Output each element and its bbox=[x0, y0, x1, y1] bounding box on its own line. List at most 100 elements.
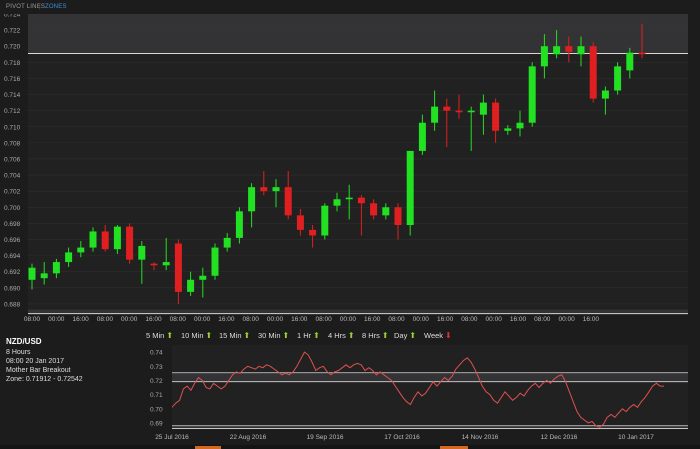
mini-x-tick-label: 14 Nov 2016 bbox=[462, 434, 499, 441]
mini-y-tick-label: 0.74 bbox=[150, 350, 163, 357]
arrow-up-icon: ⬆ bbox=[409, 331, 417, 340]
main-x-tick-label: 00:00 bbox=[413, 316, 430, 323]
main-y-axis: 0.688 0.690 0.692 0.694 0.696 0.698 0.700 0.702… bbox=[4, 14, 21, 308]
main-x-tick-label: 00:00 bbox=[48, 316, 65, 323]
candle-body bbox=[77, 247, 85, 253]
timeframe-8-hrs[interactable]: 8 Hrs ⬆ bbox=[362, 331, 389, 340]
bottom-scrollbar-track[interactable] bbox=[0, 445, 700, 449]
arrow-up-icon: ⬆ bbox=[282, 331, 290, 340]
timeframe-week[interactable]: Week ⬇ bbox=[424, 331, 452, 340]
candle-body bbox=[443, 106, 451, 111]
main-y-tick-label: 0.706 bbox=[4, 156, 21, 163]
arrow-up-icon: ⬆ bbox=[381, 331, 389, 340]
candle-body bbox=[28, 267, 36, 280]
timeframe-10-min[interactable]: 10 Min ⬆ bbox=[181, 331, 212, 340]
timeframe-label: 15 Min bbox=[219, 331, 242, 340]
main-y-tick-label: 0.710 bbox=[4, 124, 21, 131]
candle-body bbox=[626, 52, 634, 71]
timeframe-5-min[interactable]: 5 Min ⬆ bbox=[146, 331, 173, 340]
candle-body bbox=[211, 247, 219, 276]
candle-body bbox=[126, 226, 134, 260]
candle-body bbox=[577, 46, 585, 55]
candle-body bbox=[601, 90, 609, 99]
candle-body bbox=[309, 229, 317, 236]
main-y-tick-label: 0.692 bbox=[4, 269, 21, 276]
candle-body bbox=[162, 262, 170, 266]
candle-body bbox=[345, 197, 353, 200]
timeframe-1-hr[interactable]: 1 Hr ⬆ bbox=[297, 331, 320, 340]
timeframe-label: Week bbox=[424, 331, 444, 340]
main-x-tick-label: 16:00 bbox=[145, 316, 162, 323]
main-y-tick-label: 0.700 bbox=[4, 205, 21, 212]
overlay-tabs: PIVOT LINES | ZONES bbox=[0, 0, 700, 14]
mini-y-tick-label: 0.71 bbox=[150, 392, 163, 399]
candle-body bbox=[89, 231, 97, 248]
main-y-tick-label: 0.714 bbox=[4, 92, 21, 99]
main-y-tick-label: 0.716 bbox=[4, 76, 21, 83]
main-y-tick-label: 0.708 bbox=[4, 140, 21, 147]
main-x-tick-label: 00:00 bbox=[194, 316, 211, 323]
timeframe-label: 10 Min bbox=[181, 331, 204, 340]
mini-zone-band bbox=[172, 425, 688, 429]
timeframe-15-min[interactable]: 15 Min ⬆ bbox=[219, 331, 250, 340]
main-x-tick-label: 08:00 bbox=[534, 316, 551, 323]
mini-x-tick-label: 22 Aug 2016 bbox=[230, 434, 267, 441]
candle-body bbox=[418, 122, 426, 151]
candle-body bbox=[479, 102, 487, 115]
main-x-tick-label: 08:00 bbox=[388, 316, 405, 323]
candle-body bbox=[235, 211, 243, 238]
timeframe-30-min[interactable]: 30 Min ⬆ bbox=[258, 331, 289, 340]
arrow-down-icon: ⬇ bbox=[445, 331, 452, 340]
main-x-tick-label: 00:00 bbox=[121, 316, 138, 323]
main-x-tick-label: 00:00 bbox=[267, 316, 284, 323]
mini-y-tick-label: 0.70 bbox=[150, 406, 163, 413]
main-x-tick-label: 00:00 bbox=[340, 316, 357, 323]
mini-x-axis: 25 Jul 2016 22 Aug 2016 19 Sep 2016 17 Oct … bbox=[155, 434, 654, 441]
main-x-tick-label: 16:00 bbox=[510, 316, 527, 323]
main-y-tick-label: 0.696 bbox=[4, 237, 21, 244]
candle-body bbox=[382, 207, 390, 216]
main-x-tick-label: 16:00 bbox=[218, 316, 235, 323]
candle-body bbox=[565, 46, 573, 52]
timeframe-4-hrs[interactable]: 4 Hrs ⬆ bbox=[328, 331, 355, 340]
arrow-up-icon: ⬆ bbox=[166, 331, 174, 340]
tab-zones[interactable]: ZONES bbox=[45, 4, 67, 10]
main-y-tick-label: 0.724 bbox=[4, 14, 21, 19]
main-x-tick-label: 16:00 bbox=[291, 316, 308, 323]
main-plot-area bbox=[28, 14, 688, 312]
main-candlestick-chart[interactable]: 0.688 0.690 0.692 0.694 0.696 0.698 0.700 0.702… bbox=[0, 14, 700, 326]
main-x-tick-label: 16:00 bbox=[437, 316, 454, 323]
candle-body bbox=[248, 187, 256, 212]
main-zone-band bbox=[28, 14, 688, 54]
candle-body bbox=[333, 199, 341, 206]
arrow-up-icon: ⬆ bbox=[313, 331, 320, 340]
main-y-tick-label: 0.698 bbox=[4, 221, 21, 228]
timeframe-label: 5 Min bbox=[146, 331, 165, 340]
candle-body bbox=[357, 197, 365, 204]
mini-x-tick-label: 25 Jul 2016 bbox=[155, 434, 189, 441]
main-y-tick-label: 0.712 bbox=[4, 108, 21, 115]
overview-line-chart[interactable]: 0.74 0.73 0.72 0.71 0.70 0.69 25 Jul 2016 22 A… bbox=[0, 343, 700, 444]
main-y-tick-label: 0.718 bbox=[4, 60, 21, 67]
mini-x-tick-label: 10 Jan 2017 bbox=[618, 434, 654, 441]
mini-y-axis: 0.74 0.73 0.72 0.71 0.70 0.69 bbox=[150, 350, 163, 428]
candle-body bbox=[187, 279, 195, 292]
candle-body bbox=[394, 207, 402, 226]
main-y-tick-label: 0.688 bbox=[4, 301, 21, 308]
candle-body bbox=[284, 187, 292, 216]
main-y-tick-label: 0.720 bbox=[4, 44, 21, 51]
candle-body bbox=[540, 46, 548, 67]
main-x-tick-label: 00:00 bbox=[486, 316, 503, 323]
main-x-tick-label: 16:00 bbox=[364, 316, 381, 323]
timeframe-label: Day bbox=[394, 331, 408, 340]
mini-zone-band bbox=[172, 372, 688, 382]
candle-body bbox=[52, 262, 60, 274]
candle-body bbox=[40, 273, 48, 279]
arrow-up-icon: ⬆ bbox=[347, 331, 355, 340]
mini-y-tick-label: 0.69 bbox=[150, 420, 163, 427]
candle-body bbox=[406, 150, 414, 226]
timeframe-day[interactable]: Day ⬆ bbox=[394, 331, 416, 340]
timeframe-label: 8 Hrs bbox=[362, 331, 380, 340]
candle-body bbox=[504, 128, 512, 131]
timeframe-label: 1 Hr bbox=[297, 331, 312, 340]
